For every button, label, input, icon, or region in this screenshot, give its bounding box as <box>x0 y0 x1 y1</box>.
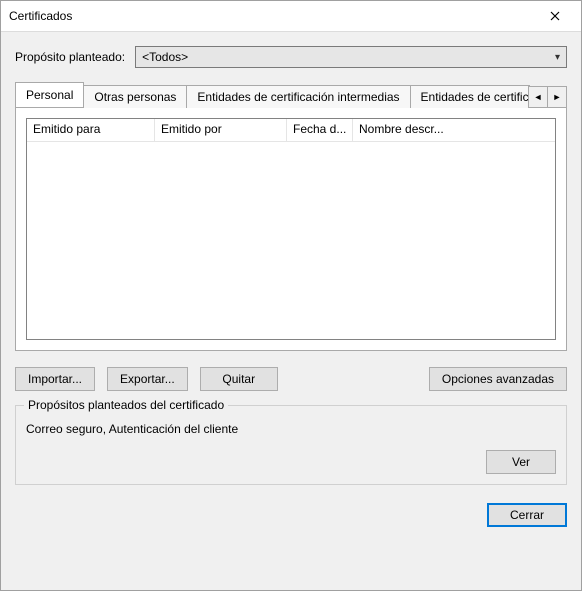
advanced-options-button[interactable]: Opciones avanzadas <box>429 367 567 391</box>
tab-other-people[interactable]: Otras personas <box>83 85 187 108</box>
group-legend: Propósitos planteados del certificado <box>24 398 228 412</box>
tab-label: Personal <box>26 88 73 102</box>
certificates-window: Certificados Propósito planteado: <Todos… <box>0 0 582 591</box>
export-button[interactable]: Exportar... <box>107 367 188 391</box>
remove-button[interactable]: Quitar <box>200 367 278 391</box>
purpose-label: Propósito planteado: <box>15 50 125 64</box>
tab-scroll-nav: ◄ ► <box>529 86 567 108</box>
tab-panel: Emitido para Emitido por Fecha d... Nomb… <box>15 107 567 351</box>
tab-scroll-left[interactable]: ◄ <box>528 86 548 108</box>
view-button[interactable]: Ver <box>486 450 556 474</box>
footer: Cerrar <box>15 503 567 527</box>
close-button[interactable]: Cerrar <box>487 503 567 527</box>
purpose-select[interactable]: <Todos> ▾ <box>135 46 567 68</box>
tab-personal[interactable]: Personal <box>15 82 84 107</box>
close-icon[interactable] <box>535 2 575 30</box>
tab-label: Entidades de certificación intermedias <box>197 90 399 104</box>
col-issued-to[interactable]: Emitido para <box>27 119 155 141</box>
col-label: Emitido para <box>33 122 100 136</box>
purpose-row: Propósito planteado: <Todos> ▾ <box>15 46 567 68</box>
list-body[interactable] <box>27 142 555 340</box>
col-issued-by[interactable]: Emitido por <box>155 119 287 141</box>
tab-scroll-right[interactable]: ► <box>547 86 567 108</box>
col-label: Nombre descr... <box>359 122 444 136</box>
client-area: Propósito planteado: <Todos> ▾ Personal … <box>1 32 581 590</box>
cert-purposes-group: Propósitos planteados del certificado Co… <box>15 405 567 485</box>
titlebar: Certificados <box>1 1 581 32</box>
cert-purposes-text: Correo seguro, Autenticación del cliente <box>26 422 556 436</box>
col-label: Emitido por <box>161 122 222 136</box>
import-button[interactable]: Importar... <box>15 367 95 391</box>
tab-label: Otras personas <box>94 90 176 104</box>
tabstrip: Personal Otras personas Entidades de cer… <box>15 82 567 107</box>
list-header: Emitido para Emitido por Fecha d... Nomb… <box>27 119 555 142</box>
tab-root-ca[interactable]: Entidades de certificac <box>410 85 530 108</box>
chevron-down-icon: ▾ <box>555 52 560 63</box>
action-buttons-row: Importar... Exportar... Quitar Opciones … <box>15 367 567 391</box>
purpose-selected-value: <Todos> <box>142 50 188 64</box>
col-friendly-name[interactable]: Nombre descr... <box>353 119 555 141</box>
col-expiry[interactable]: Fecha d... <box>287 119 353 141</box>
tab-label: Entidades de certificac <box>421 90 530 104</box>
certificates-list[interactable]: Emitido para Emitido por Fecha d... Nomb… <box>26 118 556 340</box>
col-label: Fecha d... <box>293 122 346 136</box>
tab-intermediate-ca[interactable]: Entidades de certificación intermedias <box>186 85 410 108</box>
window-title: Certificados <box>9 9 72 23</box>
